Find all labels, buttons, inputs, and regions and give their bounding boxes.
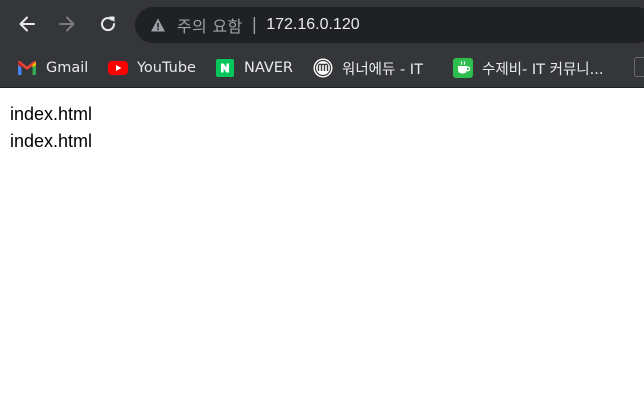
bookmark-wannaedu[interactable]: 워너에듀 - IT [313, 54, 423, 82]
forward-button[interactable] [52, 9, 82, 39]
back-button[interactable] [12, 9, 42, 39]
content-line: index.html [10, 131, 93, 151]
youtube-icon [108, 58, 128, 78]
wannaedu-icon [313, 58, 333, 78]
naver-icon [215, 58, 235, 78]
bookmarks-bar: Gmail YouTube NAVER 워너에듀 - IT 수제비- IT 커뮤… [0, 48, 644, 88]
page-content: index.html index.html [10, 101, 92, 155]
url-text[interactable]: 172.16.0.120 [266, 16, 359, 34]
bookmark-label: YouTube [137, 60, 196, 76]
browser-toolbar: 주의 요함 | 172.16.0.120 [0, 0, 644, 48]
bookmark-overflow-icon[interactable] [634, 57, 644, 77]
forward-arrow-icon [59, 16, 75, 32]
bookmark-label: 수제비- IT 커뮤니... [482, 61, 604, 78]
bookmark-label: Gmail [46, 60, 89, 76]
reload-icon [101, 16, 116, 32]
not-secure-warning-icon[interactable] [149, 16, 167, 34]
bookmark-sujebi[interactable]: 수제비- IT 커뮤니... [453, 54, 603, 82]
sujebi-icon [453, 58, 473, 78]
bookmark-naver[interactable]: NAVER [215, 54, 293, 82]
security-status-label[interactable]: 주의 요함 [177, 13, 242, 37]
reload-button[interactable] [93, 9, 123, 39]
back-arrow-icon [19, 16, 35, 32]
bookmark-label: NAVER [244, 60, 293, 76]
address-separator: | [251, 15, 258, 35]
bookmark-gmail[interactable]: Gmail [17, 54, 88, 82]
address-bar[interactable]: 주의 요함 | 172.16.0.120 [135, 7, 644, 43]
gmail-icon [17, 58, 37, 78]
bookmark-youtube[interactable]: YouTube [108, 54, 196, 82]
bookmark-label: 워너에듀 - IT [342, 61, 423, 78]
content-line: index.html [10, 104, 93, 124]
